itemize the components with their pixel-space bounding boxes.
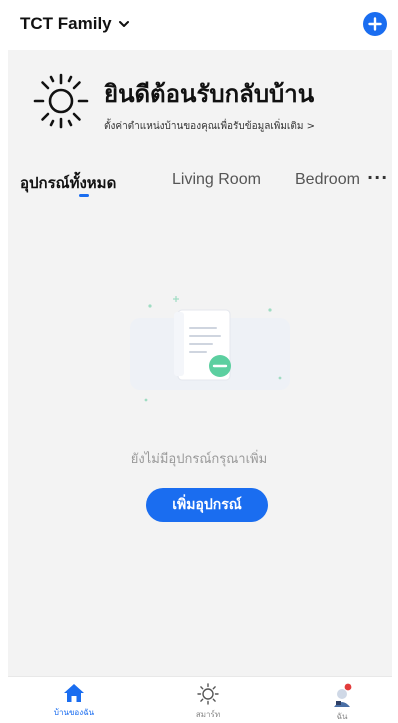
bottom-nav: บ้านของฉัน สมาร์ท ฉัน [8, 676, 392, 721]
plus-icon [368, 17, 382, 31]
sun-icon [33, 73, 89, 129]
nav-label-smart: สมาร์ท [195, 710, 221, 719]
add-device-button[interactable]: เพิ่มอุปกรณ์ [146, 488, 268, 522]
welcome-section[interactable]: ยินดีต้อนรับกลับบ้าน ตั้งค่าตำแหน่งบ้านข… [32, 72, 315, 134]
family-switcher[interactable]: TCT Family [20, 14, 130, 34]
add-button[interactable] [363, 12, 387, 36]
nav-item-home[interactable]: บ้านของฉัน [34, 677, 114, 719]
tab-all-devices[interactable]: อุปกรณ์ทั้งหมด [20, 171, 116, 195]
home-icon [64, 684, 84, 702]
tab-selected-indicator [79, 194, 89, 197]
more-tabs-button[interactable]: ··· [367, 168, 388, 187]
welcome-title: ยินดีต้อนรับกลับบ้าน [104, 80, 315, 108]
family-name: TCT Family [20, 14, 112, 33]
location-setup-link[interactable]: ตั้งค่าตำแหน่งบ้านของคุณเพื่อรับข้อมูลเพ… [104, 119, 315, 134]
tab-bedroom[interactable]: Bedroom [295, 171, 370, 189]
nav-label-home: บ้านของฉัน [53, 708, 95, 717]
tab-living-room[interactable]: Living Room [172, 171, 261, 189]
sun-outline-icon [197, 683, 219, 705]
chevron-down-icon [118, 21, 129, 27]
nav-item-me[interactable]: ฉัน [302, 677, 382, 723]
empty-devices-illustration [130, 296, 290, 402]
room-tabs: อุปกรณ์ทั้งหมด Living Room Bedroom ··· [18, 168, 388, 208]
empty-state-message: ยังไม่มีอุปกรณ์กรุณาเพิ่ม [130, 452, 268, 467]
nav-item-smart[interactable]: สมาร์ท [168, 677, 248, 721]
avatar-icon [334, 683, 352, 707]
